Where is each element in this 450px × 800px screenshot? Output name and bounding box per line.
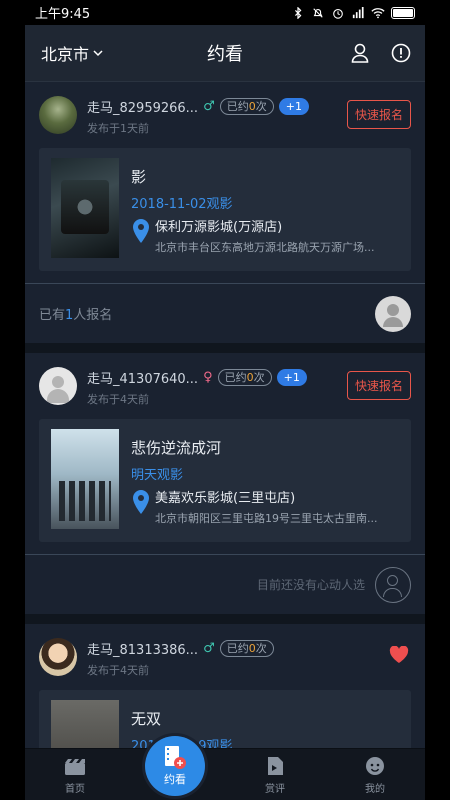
- tab-mine[interactable]: 我的: [325, 749, 425, 800]
- movie-title: 影: [131, 168, 147, 186]
- user-meta: 走马_81313386... ♂ 已约0次 发布于4天前: [87, 638, 411, 678]
- movie-date: 2018-11-02观影: [131, 197, 233, 212]
- bluetooth-icon: [295, 6, 302, 19]
- divider: [25, 614, 425, 624]
- movie-card[interactable]: 悲伤逆流成河 明天观影 美嘉欢乐影城(三里屯店) 北京市朝阳区三里屯路19号三里…: [39, 419, 411, 542]
- username[interactable]: 走马_41307640...: [87, 368, 198, 387]
- post-header: 走马_41307640... ♀ 已约0次 +1 发布于4天前 快速报名: [25, 353, 425, 415]
- cinema-block: 美嘉欢乐影城(三里屯店) 北京市朝阳区三里屯路19号三里屯太古里南...: [131, 487, 399, 526]
- dated-count-badge: 已约0次: [217, 368, 272, 386]
- signal-icon: [352, 6, 364, 18]
- info-icon[interactable]: [391, 43, 411, 63]
- post-card: 走马_41307640... ♀ 已约0次 +1 发布于4天前 快速报名 悲伤逆…: [25, 353, 425, 614]
- signup-count: 已有1人报名: [39, 308, 113, 323]
- tab-review[interactable]: 赏评: [225, 749, 325, 800]
- male-icon: ♂: [203, 98, 215, 114]
- signed-user-avatar[interactable]: [375, 295, 411, 332]
- post-card: 走马_81313386... ♂ 已约0次 发布于4天前 无双 2018-09-…: [25, 624, 425, 748]
- status-bar: 上午9:45: [25, 0, 425, 25]
- female-icon: ♀: [203, 369, 213, 385]
- film-clapper-icon: [65, 759, 85, 775]
- movie-poster: [51, 158, 119, 258]
- movie-poster: [51, 429, 119, 529]
- post-feed[interactable]: 走马_82959266... ♂ 已约0次 +1 发布于1天前 快速报名 影 2…: [25, 82, 425, 748]
- tab-home[interactable]: 首页: [25, 749, 125, 800]
- empty-avatar-icon: [375, 566, 411, 603]
- quick-signup-button[interactable]: 快速报名: [346, 100, 411, 129]
- plus-one-badge: +1: [276, 368, 307, 386]
- post-card: 走马_82959266... ♂ 已约0次 +1 发布于1天前 快速报名 影 2…: [25, 82, 425, 343]
- tab-yuekan-button[interactable]: 约看: [145, 736, 205, 796]
- top-nav: 北京市 约看: [25, 25, 425, 82]
- tab-mine-label: 我的: [365, 784, 385, 795]
- cinema-block: 保利万源影城(万源店) 北京市丰台区东高地万源北路航天万源广场...: [131, 216, 399, 255]
- app-frame: 上午9:45 北京市 约看 走马_82959266... ♂ 已约0次 +1 发…: [25, 0, 425, 800]
- divider: [25, 343, 425, 353]
- avatar[interactable]: [39, 367, 77, 405]
- avatar[interactable]: [39, 96, 77, 134]
- movie-info: 影 2018-11-02观影 保利万源影城(万源店) 北京市丰台区东高地万源北路…: [131, 158, 399, 261]
- movie-poster: [51, 700, 119, 748]
- tab-center-label: 约看: [164, 773, 186, 786]
- cinema-address: 北京市朝阳区三里屯路19号三里屯太古里南...: [155, 512, 378, 525]
- dated-count-badge: 已约0次: [219, 97, 274, 115]
- quick-signup-button[interactable]: 快速报名: [346, 371, 411, 400]
- tab-home-label: 首页: [65, 784, 85, 795]
- location-pin-icon: [133, 490, 149, 514]
- post-footer[interactable]: 已有1人报名: [25, 283, 425, 343]
- no-candidate-text: 目前还没有心动人选: [256, 578, 365, 592]
- cinema-text: 保利万源影城(万源店) 北京市丰台区东高地万源北路航天万源广场...: [155, 216, 395, 255]
- status-time: 上午9:45: [35, 7, 91, 22]
- avatar[interactable]: [39, 638, 77, 676]
- movie-info: 悲伤逆流成河 明天观影 美嘉欢乐影城(三里屯店) 北京市朝阳区三里屯路19号三里…: [131, 429, 399, 532]
- post-header: 走马_81313386... ♂ 已约0次 发布于4天前: [25, 624, 425, 686]
- battery-icon: [391, 6, 415, 19]
- city-label: 北京市: [41, 45, 90, 64]
- alarm-icon: [333, 8, 343, 19]
- movie-card[interactable]: 影 2018-11-02观影 保利万源影城(万源店) 北京市丰台区东高地万源北路…: [39, 148, 411, 271]
- heart-icon[interactable]: [389, 646, 409, 664]
- plus-one-badge: +1: [278, 97, 309, 115]
- movie-title: 悲伤逆流成河: [131, 439, 222, 457]
- user-icon[interactable]: [351, 43, 369, 63]
- male-icon: ♂: [203, 640, 215, 656]
- chevron-down-icon: [93, 50, 103, 57]
- cinema-text: 美嘉欢乐影城(三里屯店) 北京市朝阳区三里屯路19号三里屯太古里南...: [155, 487, 395, 526]
- nav-actions: [351, 43, 411, 63]
- mute-icon: [313, 7, 323, 18]
- status-icons: [291, 6, 415, 19]
- wifi-icon: [371, 7, 385, 18]
- no-candidate: 目前还没有心动人选: [256, 566, 411, 603]
- username[interactable]: 走马_82959266...: [87, 97, 198, 116]
- cinema-name: 保利万源影城(万源店): [155, 220, 283, 235]
- movie-title: 无双: [131, 710, 162, 728]
- post-time: 发布于4天前: [87, 664, 149, 677]
- movie-card[interactable]: 无双 2018-09-29观影: [39, 690, 411, 748]
- face-icon: [366, 757, 384, 775]
- video-doc-icon: [268, 757, 283, 775]
- city-selector[interactable]: 北京市: [41, 41, 103, 65]
- cinema-address: 北京市丰台区东高地万源北路航天万源广场...: [155, 241, 375, 254]
- user-line: 走马_81313386... ♂ 已约0次: [87, 638, 411, 658]
- post-footer: 目前还没有心动人选: [25, 554, 425, 614]
- location-pin-icon: [133, 219, 149, 243]
- movie-date: 明天观影: [131, 468, 184, 483]
- post-header: 走马_82959266... ♂ 已约0次 +1 发布于1天前 快速报名: [25, 82, 425, 144]
- username[interactable]: 走马_81313386...: [87, 639, 198, 658]
- bottom-tab-bar: 首页 赏评 我的 约看: [25, 736, 425, 800]
- cinema-name: 美嘉欢乐影城(三里屯店): [155, 491, 296, 506]
- tab-review-label: 赏评: [265, 784, 285, 795]
- film-plus-icon: [165, 746, 186, 769]
- dated-count-badge: 已约0次: [219, 639, 274, 657]
